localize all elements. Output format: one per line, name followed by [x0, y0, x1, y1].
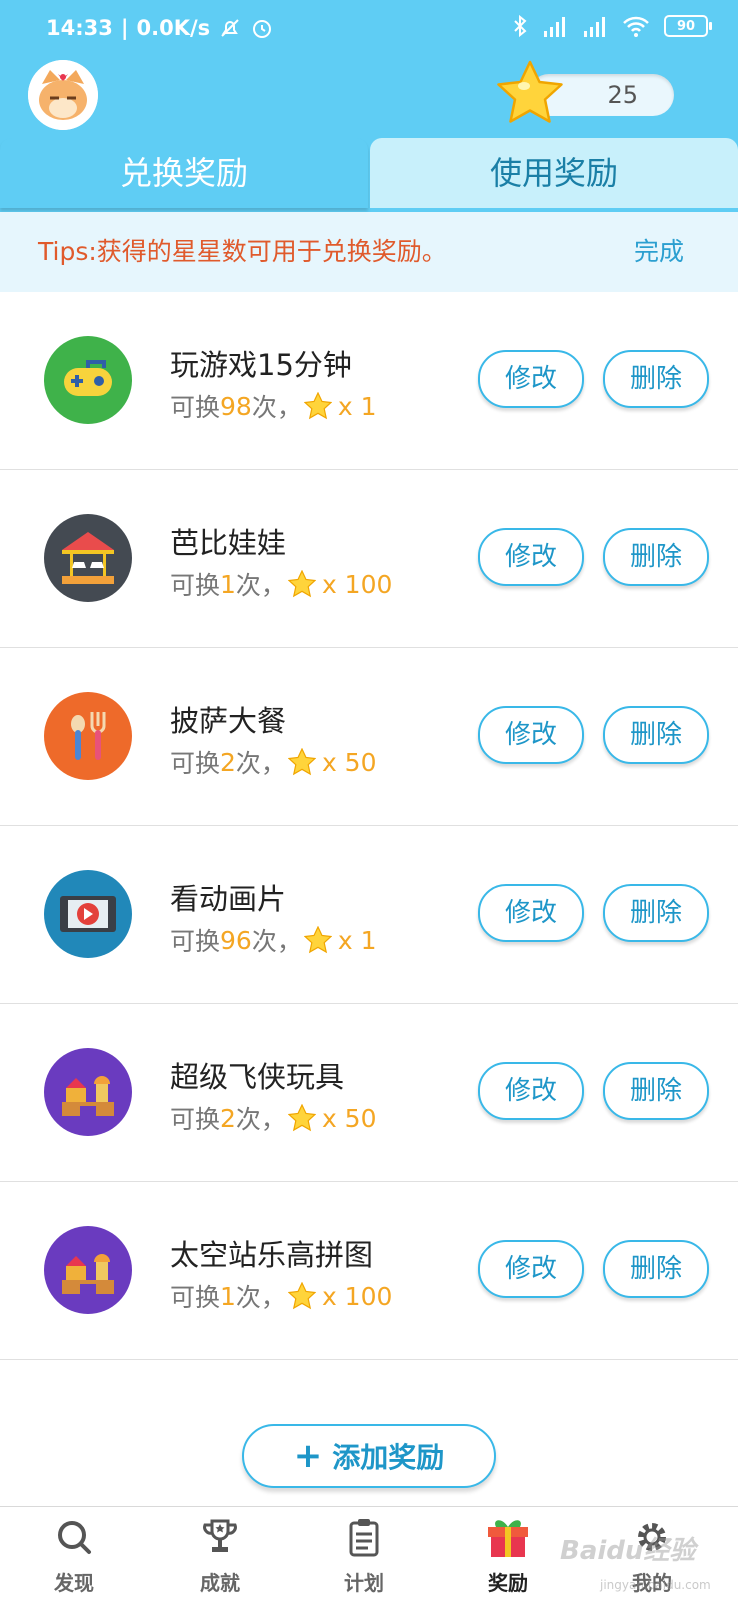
add-reward-button[interactable]: + 添加奖励	[242, 1424, 496, 1488]
network-speed: 0.0K/s	[136, 16, 211, 40]
wifi-icon	[623, 16, 649, 37]
star-icon	[303, 926, 332, 954]
done-button[interactable]: 完成	[634, 212, 684, 292]
reward-detail: 可换 2 次， x 50	[170, 747, 377, 779]
star-cost: x 1	[337, 925, 377, 955]
alarm-icon	[253, 20, 272, 38]
list-item: 玩游戏15分钟 可换 98 次， x 1 修改 删除	[0, 292, 738, 470]
clipboard-icon	[349, 1519, 379, 1557]
reward-title: 芭比娃娃	[170, 526, 287, 560]
redeem-count: 2	[220, 747, 236, 777]
delete-button[interactable]: 删除	[603, 884, 709, 942]
redeem-count: 1	[220, 569, 236, 599]
delete-button[interactable]: 删除	[603, 706, 709, 764]
delete-button[interactable]: 删除	[603, 1062, 709, 1120]
reward-title: 玩游戏15分钟	[170, 348, 352, 382]
tips-text: Tips:获得的星星数可用于兑换奖励。	[38, 237, 447, 266]
reward-detail: 可换 1 次， x 100	[170, 1281, 393, 1313]
header: 14:33 | 0.0K/s 90 25 兑换奖励 使用奖励	[0, 0, 738, 212]
reward-detail: 可换 1 次， x 100	[170, 569, 393, 601]
star-icon	[287, 1104, 316, 1132]
reward-detail: 可换 2 次， x 50	[170, 1103, 377, 1135]
list-item: 看动画片 可换 96 次， x 1 修改 删除	[0, 826, 738, 1004]
edit-button[interactable]: 修改	[478, 350, 584, 408]
status-time: 14:33	[46, 16, 113, 40]
bluetooth-icon	[514, 14, 527, 38]
mute-icon	[221, 19, 239, 37]
tab-use-reward[interactable]: 使用奖励	[370, 138, 738, 208]
watermark-logo: Baidu经验	[560, 1536, 696, 1566]
redeem-count: 96	[220, 925, 252, 955]
redeem-count: 98	[220, 391, 252, 421]
cutlery-icon	[44, 692, 132, 780]
toy-blocks-icon	[44, 1048, 132, 1136]
delete-button[interactable]: 删除	[603, 1240, 709, 1298]
edit-button[interactable]: 修改	[478, 528, 584, 586]
toy-blocks-icon	[44, 1226, 132, 1314]
battery-indicator: 90	[664, 15, 712, 37]
star-cost: x 50	[321, 1103, 377, 1133]
search-icon	[58, 1521, 91, 1554]
watermark-url: jingyan.baidu.com	[600, 1578, 711, 1592]
plus-icon: +	[293, 1436, 323, 1476]
tab-exchange-reward[interactable]: 兑换奖励	[0, 138, 368, 208]
video-icon	[44, 870, 132, 958]
star-cost: x 1	[337, 391, 377, 421]
list-item: 超级飞侠玩具 可换 2 次， x 50 修改 删除	[0, 1004, 738, 1182]
add-reward-label: 添加奖励	[332, 1441, 445, 1474]
star-icon	[287, 1282, 316, 1310]
status-bar: 14:33 | 0.0K/s 90	[0, 0, 738, 60]
delete-button[interactable]: 删除	[603, 350, 709, 408]
star-icon	[497, 60, 563, 123]
star-cost: x 100	[321, 1281, 393, 1311]
avatar[interactable]	[28, 60, 98, 130]
list-item: 太空站乐高拼图 可换 1 次， x 100 修改 删除	[0, 1182, 738, 1360]
gamepad-icon	[44, 336, 132, 424]
nav-item-achievement[interactable]: 成就	[160, 1507, 280, 1601]
edit-button[interactable]: 修改	[478, 706, 584, 764]
reward-detail: 可换 96 次， x 1	[170, 925, 377, 957]
redeem-count: 1	[220, 1281, 236, 1311]
tips-bar: Tips:获得的星星数可用于兑换奖励。 完成	[0, 212, 738, 292]
edit-button[interactable]: 修改	[478, 1240, 584, 1298]
star-icon	[287, 570, 316, 598]
reward-title: 看动画片	[170, 882, 287, 916]
nav-item-plan[interactable]: 计划	[304, 1507, 424, 1601]
list-item: 芭比娃娃 可换 1 次， x 100 修改 删除	[0, 470, 738, 648]
star-icon	[303, 392, 332, 420]
reward-title: 太空站乐高拼图	[170, 1238, 374, 1272]
trophy-icon	[203, 1519, 237, 1552]
star-cost: x 50	[321, 747, 377, 777]
edit-button[interactable]: 修改	[478, 1062, 584, 1120]
delete-button[interactable]: 删除	[603, 528, 709, 586]
nav-item-reward[interactable]: 奖励	[448, 1507, 568, 1601]
edit-button[interactable]: 修改	[478, 884, 584, 942]
nav-item-discover[interactable]: 发现	[14, 1507, 134, 1601]
reward-title: 超级飞侠玩具	[170, 1060, 345, 1094]
reward-list: 玩游戏15分钟 可换 98 次， x 1 修改 删除 芭比娃娃 可换 1 次， x 10…	[0, 292, 738, 1360]
star-cost: x 100	[321, 569, 393, 599]
cat-avatar-icon	[28, 60, 98, 130]
gift-icon	[488, 1520, 528, 1557]
carousel-icon	[44, 514, 132, 602]
star-icon	[287, 748, 316, 776]
signal-icon-2	[584, 17, 605, 37]
signal-icon	[544, 17, 565, 37]
redeem-count: 2	[220, 1103, 236, 1133]
reward-title: 披萨大餐	[170, 704, 287, 738]
list-item: 披萨大餐 可换 2 次， x 50 修改 删除	[0, 648, 738, 826]
reward-detail: 可换 98 次， x 1	[170, 391, 377, 423]
